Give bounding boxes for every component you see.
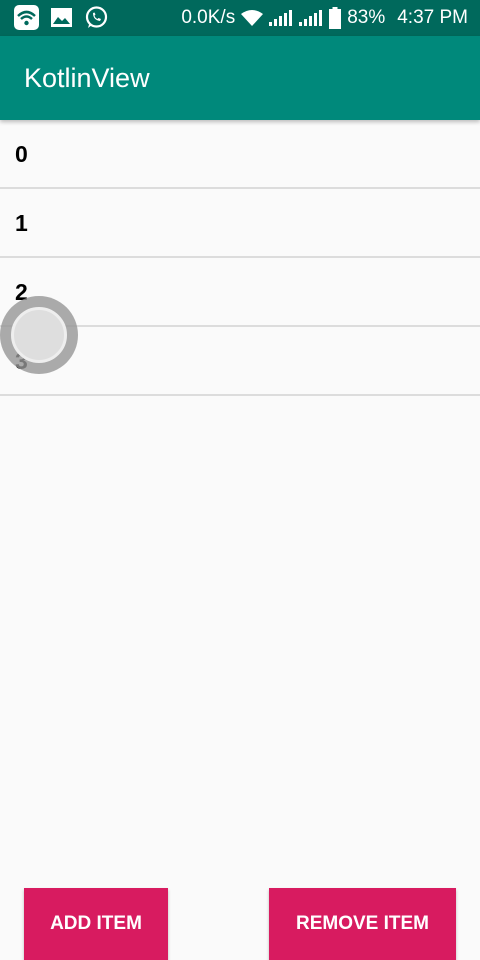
list-item[interactable]: 1 xyxy=(0,189,480,258)
list-item-label: 1 xyxy=(15,210,28,236)
gallery-icon xyxy=(51,8,72,27)
cell-signal-icon xyxy=(299,10,323,26)
touch-indicator-core xyxy=(11,307,67,363)
battery-icon xyxy=(329,7,342,29)
list-item[interactable]: 0 xyxy=(0,120,480,189)
cell-signal-icon xyxy=(269,10,293,26)
app-title: KotlinView xyxy=(24,63,150,93)
network-speed: 0.0K/s xyxy=(181,7,236,28)
system-status: 0.0K/s 83% 4:37 PM xyxy=(181,0,468,36)
clock: 4:37 PM xyxy=(397,7,468,28)
add-item-button[interactable]: ADD ITEM xyxy=(24,888,168,960)
battery-percent: 83% xyxy=(347,7,386,28)
touch-indicator xyxy=(0,296,78,374)
list-item-label: 0 xyxy=(15,141,28,167)
status-bar: 0.0K/s 83% 4:37 PM xyxy=(0,0,480,36)
whatsapp-icon xyxy=(85,6,108,28)
wifi-signal-icon xyxy=(241,10,264,26)
notification-icons xyxy=(14,5,109,30)
remove-item-button[interactable]: REMOVE ITEM xyxy=(269,888,456,960)
wifi-app-icon xyxy=(14,5,39,30)
app-bar: KotlinView xyxy=(0,36,480,120)
